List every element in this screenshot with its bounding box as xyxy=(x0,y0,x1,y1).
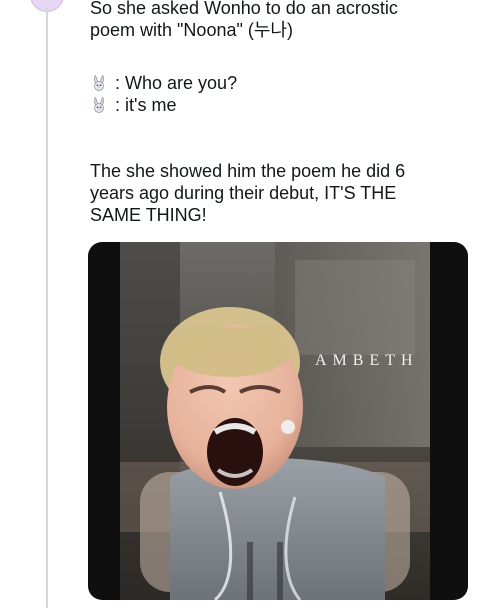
dialog-line-2: : it's me xyxy=(90,94,237,116)
tweet-line-5: The she showed him the poem he did 6 xyxy=(90,161,406,181)
thread-line xyxy=(46,8,48,608)
tweet-line-1: So she asked Wonho to do an acrostic xyxy=(90,0,398,18)
tweet-media[interactable]: AMBETH xyxy=(88,242,468,600)
dialog-text-2: : it's me xyxy=(115,95,177,115)
tweet-line-2: poem with "Noona" (누나) xyxy=(90,20,293,40)
tweet-line-6: years ago during their debut, IT'S THE xyxy=(90,183,397,203)
video-frame: AMBETH xyxy=(120,242,430,600)
sign-text: AMBETH xyxy=(315,352,419,369)
tweet-line-7: SAME THING! xyxy=(90,205,207,225)
dialog-line-1: : Who are you? xyxy=(90,72,237,94)
photo-placeholder xyxy=(120,242,430,600)
dialog-text-1: : Who are you? xyxy=(115,73,238,93)
bunny-emoji-icon xyxy=(94,96,104,113)
bunny-emoji-icon xyxy=(94,74,104,91)
